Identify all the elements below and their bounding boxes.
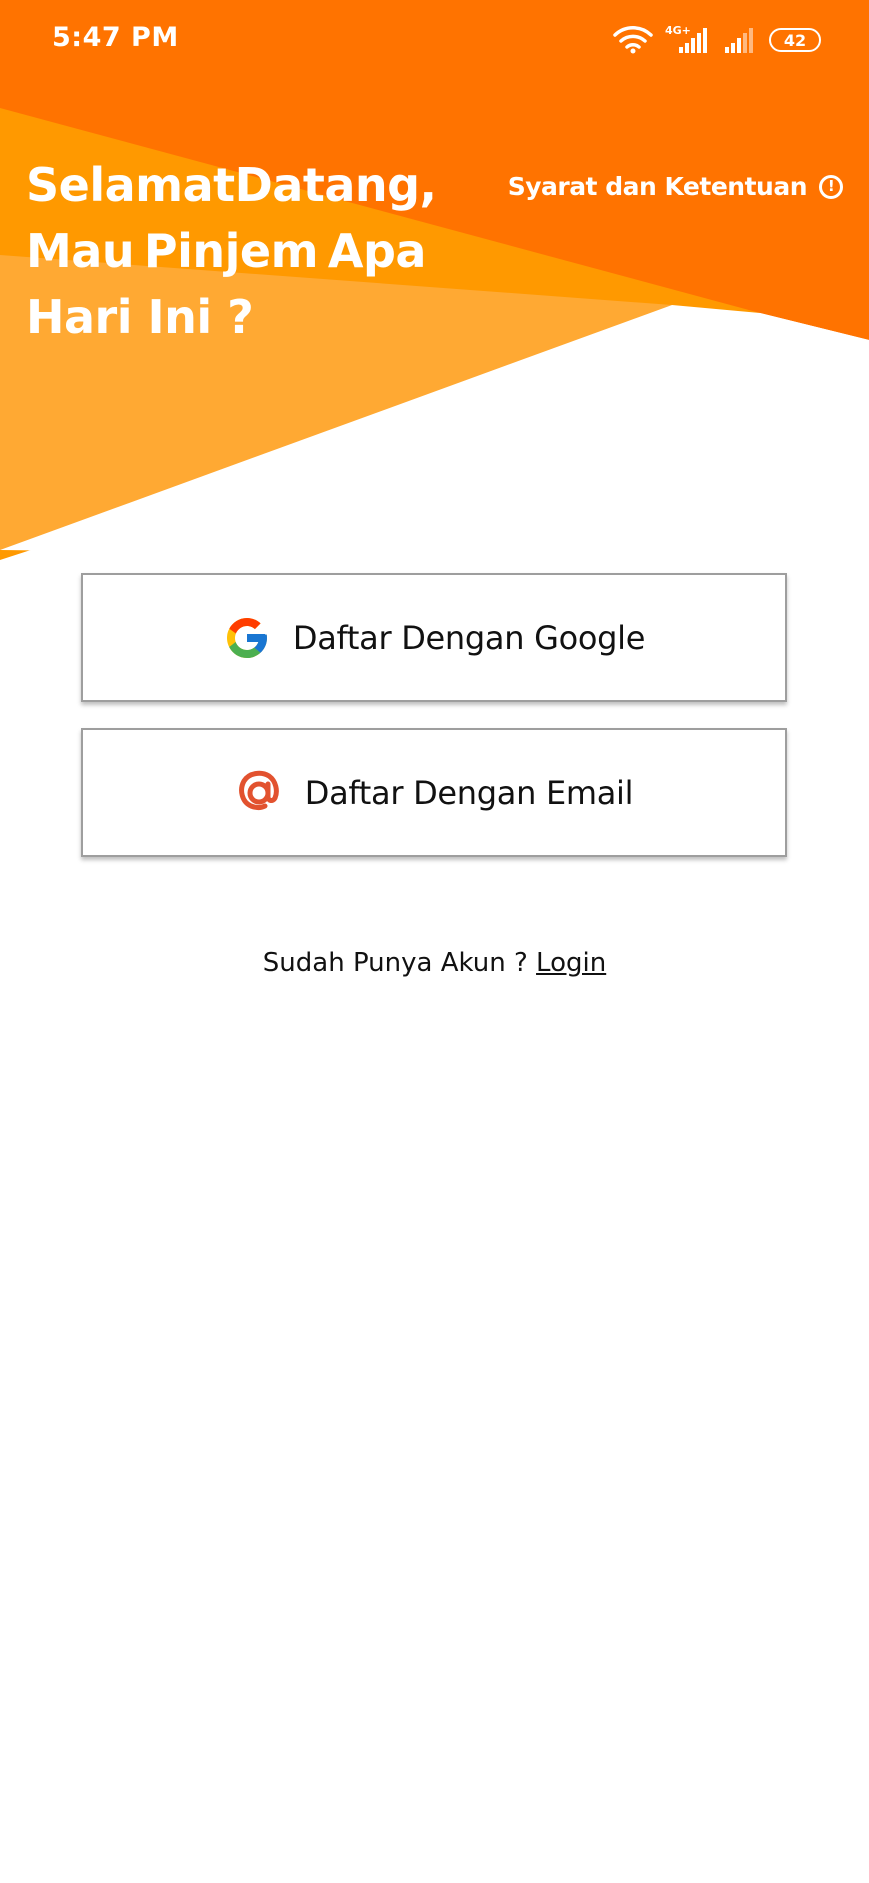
register-google-button[interactable]: Daftar Dengan Google [81,573,787,702]
at-sign-icon [238,770,279,810]
welcome-heading: Selamat Datang, Mau Pinjem Apa Hari Ini … [26,152,437,350]
login-prompt: Sudah Punya Akun ? Login [0,948,869,978]
register-email-button[interactable]: Daftar Dengan Email [81,728,787,857]
info-icon: ! [819,174,843,199]
welcome-word: Mau [26,224,135,278]
signal-icon: 4G+ [665,25,711,55]
status-bar: 5:47 PM 4G+ 42 [0,0,869,80]
signal-icon [725,28,753,53]
terms-label: Syarat dan Ketentuan [507,172,808,201]
login-link[interactable]: Login [536,948,606,978]
status-icons: 4G+ 42 [613,24,821,56]
wifi-icon [613,26,653,54]
status-time: 5:47 PM [52,22,179,53]
terms-link[interactable]: Syarat dan Ketentuan ! [508,172,843,201]
battery-icon: 42 [769,28,821,52]
welcome-word: Apa [327,224,427,278]
login-prompt-text: Sudah Punya Akun ? [262,948,537,978]
google-icon [226,617,267,658]
welcome-word: Selamat [26,158,235,212]
welcome-word: Datang, [234,158,437,212]
welcome-word: Pinjem [143,224,319,278]
welcome-word: Hari Ini ? [26,290,254,344]
register-email-label: Daftar Dengan Email [304,773,634,812]
register-google-label: Daftar Dengan Google [292,618,646,657]
